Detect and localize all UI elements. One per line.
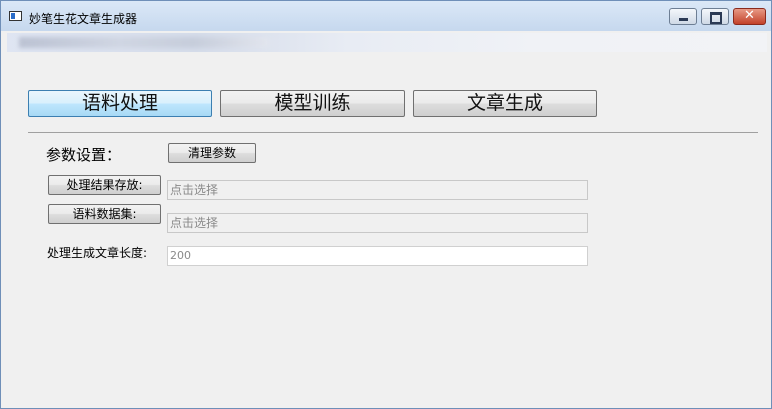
close-button[interactable]: ✕ bbox=[733, 8, 766, 25]
result-storage-field[interactable]: 点击选择 bbox=[167, 180, 588, 200]
corpus-dataset-field[interactable]: 点击选择 bbox=[167, 213, 588, 233]
params-section-label: 参数设置： bbox=[46, 146, 122, 164]
tab-corpus-processing[interactable]: 语料处理 bbox=[28, 90, 212, 117]
article-length-input[interactable]: 200 bbox=[167, 246, 588, 266]
blurred-menu-content bbox=[19, 37, 269, 48]
tab-model-training[interactable]: 模型训练 bbox=[220, 90, 405, 117]
clear-params-button[interactable]: 清理参数 bbox=[168, 143, 256, 163]
window-title: 妙笔生花文章生成器 bbox=[29, 12, 138, 26]
maximize-button[interactable] bbox=[701, 8, 729, 25]
close-icon: ✕ bbox=[744, 8, 755, 23]
tab-article-generation[interactable]: 文章生成 bbox=[413, 90, 597, 117]
app-window: 妙笔生花文章生成器 ✕ 语料处理 模型训练 文章生成 参数设置： 清理参数 处理… bbox=[0, 0, 772, 409]
minimize-button[interactable] bbox=[669, 8, 697, 25]
result-storage-button[interactable]: 处理结果存放: bbox=[48, 175, 161, 195]
title-bar[interactable]: 妙笔生花文章生成器 ✕ bbox=[1, 1, 771, 31]
section-divider bbox=[28, 132, 758, 133]
article-length-label: 处理生成文章长度: bbox=[47, 246, 148, 260]
app-icon bbox=[9, 11, 22, 21]
corpus-dataset-button[interactable]: 语料数据集: bbox=[48, 204, 161, 224]
